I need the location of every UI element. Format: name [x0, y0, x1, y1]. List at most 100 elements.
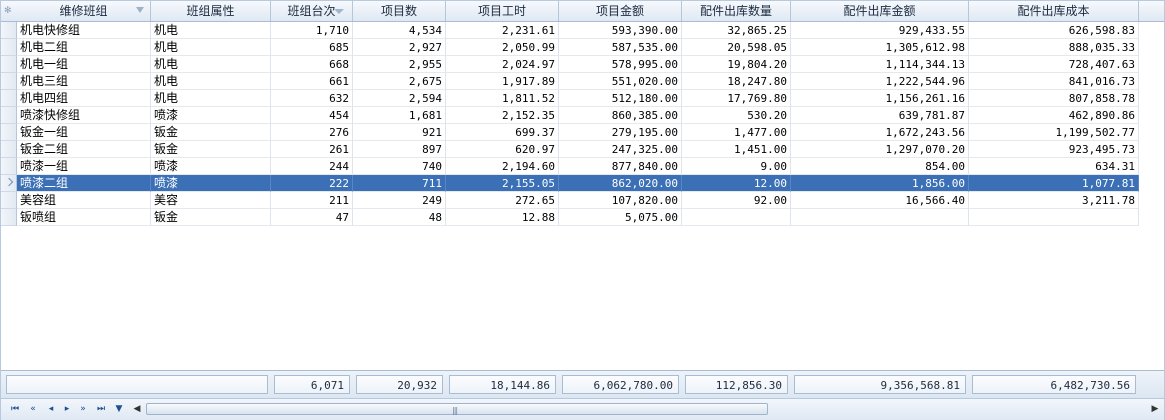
cell-hours[interactable]: 2,152.35 — [446, 107, 559, 124]
cell-amount[interactable]: 551,020.00 — [559, 73, 682, 90]
cell-parts_cost[interactable]: 807,858.78 — [969, 90, 1139, 107]
cell-parts_qty[interactable]: 1,477.00 — [682, 124, 791, 141]
column-header-hours[interactable]: 项目工时 — [446, 1, 559, 21]
table-row[interactable]: 机电四组 机电 632 2,594 1,811.52 512,180.00 17,769.8… — [1, 90, 1164, 107]
table-row[interactable]: 喷漆一组 喷漆 244 740 2,194.60 877,840.00 9.00 854.00… — [1, 158, 1164, 175]
cell-items[interactable]: 711 — [353, 175, 446, 192]
row-indicator[interactable] — [1, 209, 17, 226]
filter-icon[interactable] — [136, 7, 144, 13]
cell-parts_qty[interactable]: 19,804.20 — [682, 56, 791, 73]
table-row[interactable]: 喷漆快修组 喷漆 454 1,681 2,152.35 860,385.00 530.20 6… — [1, 107, 1164, 124]
cell-parts_amount[interactable]: 1,856.00 — [791, 175, 969, 192]
cell-team[interactable]: 机电三组 — [17, 73, 151, 90]
table-row[interactable]: 机电二组 机电 685 2,927 2,050.99 587,535.00 20,598.0… — [1, 39, 1164, 56]
row-indicator[interactable] — [1, 124, 17, 141]
cell-parts_cost[interactable]: 888,035.33 — [969, 39, 1139, 56]
last-record-icon[interactable]: ⏭ — [93, 403, 107, 415]
row-indicator[interactable] — [1, 192, 17, 209]
table-row[interactable]: 机电快修组 机电 1,710 4,534 2,231.61 593,390.00 32,86… — [1, 22, 1164, 39]
row-indicator[interactable] — [1, 107, 17, 124]
cell-items[interactable]: 2,927 — [353, 39, 446, 56]
row-indicator[interactable] — [1, 56, 17, 73]
column-header-count[interactable]: 班组台次 — [271, 1, 353, 21]
cell-count[interactable]: 668 — [271, 56, 353, 73]
cell-hours[interactable]: 1,917.89 — [446, 73, 559, 90]
cell-parts_cost[interactable]: 1,077.81 — [969, 175, 1139, 192]
cell-amount[interactable]: 593,390.00 — [559, 22, 682, 39]
cell-hours[interactable]: 12.88 — [446, 209, 559, 226]
cell-team[interactable]: 美容组 — [17, 192, 151, 209]
cell-team[interactable]: 钣金一组 — [17, 124, 151, 141]
cell-items[interactable]: 2,594 — [353, 90, 446, 107]
cell-count[interactable]: 244 — [271, 158, 353, 175]
cell-attr[interactable]: 喷漆 — [151, 158, 271, 175]
cell-count[interactable]: 685 — [271, 39, 353, 56]
row-indicator[interactable] — [1, 90, 17, 107]
cell-count[interactable]: 47 — [271, 209, 353, 226]
column-header-parts_qty[interactable]: 配件出库数量 — [682, 1, 791, 21]
cell-parts_amount[interactable]: 1,672,243.56 — [791, 124, 969, 141]
cell-items[interactable]: 921 — [353, 124, 446, 141]
table-row[interactable]: 钣金二组 钣金 261 897 620.97 247,325.00 1,451.00 1,29… — [1, 141, 1164, 158]
cell-hours[interactable]: 2,194.60 — [446, 158, 559, 175]
table-row[interactable]: 机电三组 机电 661 2,675 1,917.89 551,020.00 18,247.8… — [1, 73, 1164, 90]
cell-attr[interactable]: 钣金 — [151, 141, 271, 158]
cell-hours[interactable]: 2,050.99 — [446, 39, 559, 56]
cell-count[interactable]: 1,710 — [271, 22, 353, 39]
cell-amount[interactable]: 5,075.00 — [559, 209, 682, 226]
cell-hours[interactable]: 2,155.05 — [446, 175, 559, 192]
column-header-items[interactable]: 项目数 — [353, 1, 446, 21]
row-indicator[interactable] — [1, 158, 17, 175]
cell-hours[interactable]: 699.37 — [446, 124, 559, 141]
filter-icon[interactable]: ▼ — [111, 403, 125, 415]
row-indicator[interactable] — [1, 73, 17, 90]
cell-items[interactable]: 2,955 — [353, 56, 446, 73]
cell-parts_amount[interactable]: 854.00 — [791, 158, 969, 175]
table-row[interactable]: 喷漆二组 喷漆 222 711 2,155.05 862,020.00 12.00 1,856… — [1, 175, 1164, 192]
horizontal-scrollbar[interactable]: ◀ ||| ▶ — [131, 402, 1161, 416]
cell-parts_qty[interactable]: 20,598.05 — [682, 39, 791, 56]
next-page-icon[interactable]: » — [75, 403, 89, 415]
cell-count[interactable]: 261 — [271, 141, 353, 158]
cell-hours[interactable]: 1,811.52 — [446, 90, 559, 107]
sort-desc-icon[interactable] — [334, 9, 344, 14]
cell-parts_cost[interactable]: 626,598.83 — [969, 22, 1139, 39]
cell-parts_amount[interactable]: 16,566.40 — [791, 192, 969, 209]
row-indicator[interactable] — [1, 141, 17, 158]
cell-amount[interactable]: 247,325.00 — [559, 141, 682, 158]
cell-hours[interactable]: 2,024.97 — [446, 56, 559, 73]
column-header-attr[interactable]: 班组属性 — [151, 1, 271, 21]
cell-parts_amount[interactable] — [791, 209, 969, 226]
cell-parts_cost[interactable]: 923,495.73 — [969, 141, 1139, 158]
cell-hours[interactable]: 272.65 — [446, 192, 559, 209]
cell-attr[interactable]: 机电 — [151, 39, 271, 56]
cell-parts_qty[interactable]: 12.00 — [682, 175, 791, 192]
cell-team[interactable]: 机电一组 — [17, 56, 151, 73]
cell-parts_cost[interactable]: 634.31 — [969, 158, 1139, 175]
cell-parts_amount[interactable]: 1,156,261.16 — [791, 90, 969, 107]
cell-team[interactable]: 喷漆快修组 — [17, 107, 151, 124]
cell-attr[interactable]: 钣金 — [151, 209, 271, 226]
next-record-icon[interactable]: ▸ — [59, 403, 73, 415]
cell-parts_cost[interactable]: 462,890.86 — [969, 107, 1139, 124]
cell-attr[interactable]: 钣金 — [151, 124, 271, 141]
cell-items[interactable]: 249 — [353, 192, 446, 209]
cell-team[interactable]: 喷漆一组 — [17, 158, 151, 175]
cell-parts_qty[interactable]: 530.20 — [682, 107, 791, 124]
table-row[interactable]: 机电一组 机电 668 2,955 2,024.97 578,995.00 19,804.2… — [1, 56, 1164, 73]
prev-record-icon[interactable]: ◂ — [43, 403, 57, 415]
cell-items[interactable]: 897 — [353, 141, 446, 158]
cell-count[interactable]: 211 — [271, 192, 353, 209]
cell-attr[interactable]: 喷漆 — [151, 175, 271, 192]
cell-items[interactable]: 1,681 — [353, 107, 446, 124]
cell-amount[interactable]: 107,820.00 — [559, 192, 682, 209]
cell-count[interactable]: 661 — [271, 73, 353, 90]
cell-attr[interactable]: 机电 — [151, 90, 271, 107]
cell-amount[interactable]: 587,535.00 — [559, 39, 682, 56]
cell-parts_amount[interactable]: 1,114,344.13 — [791, 56, 969, 73]
cell-parts_amount[interactable]: 929,433.55 — [791, 22, 969, 39]
column-header-team[interactable]: 维修班组 — [17, 1, 151, 21]
column-header-parts_amount[interactable]: 配件出库金额 — [791, 1, 969, 21]
cell-items[interactable]: 2,675 — [353, 73, 446, 90]
cell-team[interactable]: 机电二组 — [17, 39, 151, 56]
